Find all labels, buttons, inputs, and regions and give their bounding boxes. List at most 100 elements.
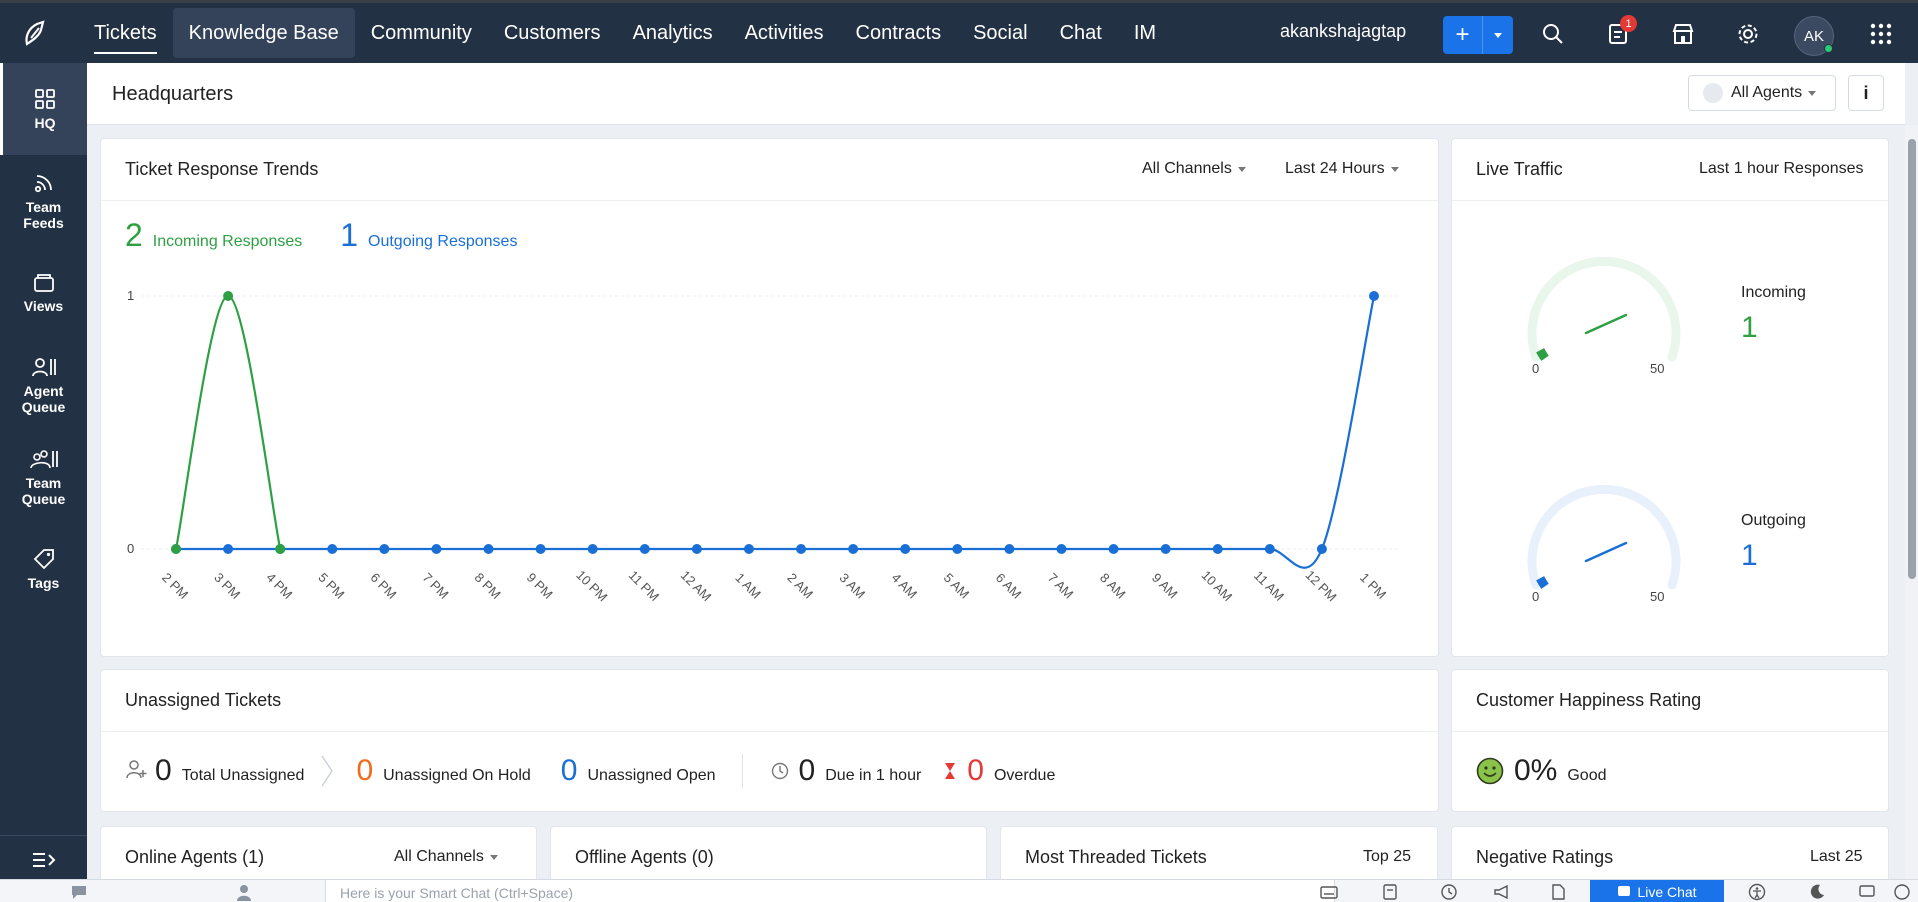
collapse-arrow-icon — [32, 852, 55, 867]
announcement-megaphone-icon[interactable] — [1493, 883, 1511, 901]
outgoing-traffic-value: 1 — [1741, 539, 1758, 572]
portal-username[interactable]: akankshajagtap — [1280, 21, 1406, 42]
sidebar-collapse-toggle[interactable] — [0, 835, 87, 883]
tab-contracts[interactable]: Contracts — [840, 8, 958, 58]
tab-analytics[interactable]: Analytics — [617, 8, 729, 58]
dark-mode-moon-icon[interactable] — [1808, 883, 1826, 901]
document-icon[interactable] — [1549, 883, 1567, 901]
page-header: Headquarters All Agents i — [87, 63, 1905, 125]
data-point[interactable] — [587, 544, 598, 554]
unassigned-on-hold-count[interactable]: 0 — [356, 754, 373, 788]
add-dropdown-chevron-icon[interactable] — [1483, 16, 1513, 54]
sidebar-item-hq[interactable]: HQ — [0, 63, 87, 155]
add-new-button[interactable]: + — [1443, 16, 1513, 54]
tab-customers[interactable]: Customers — [488, 8, 617, 58]
clock-icon — [771, 762, 788, 780]
notification-badge: 1 — [1620, 15, 1637, 32]
tab-activities[interactable]: Activities — [729, 8, 840, 58]
tag-icon — [33, 548, 54, 569]
chat-bubble-icon[interactable] — [70, 883, 88, 901]
data-point[interactable] — [796, 544, 807, 554]
data-point[interactable] — [639, 544, 650, 554]
scrollbar-thumb[interactable] — [1908, 139, 1916, 579]
x-tick-label: 7 AM — [1045, 570, 1077, 602]
unassigned-stats: 0 Total Unassigned 0 Unassigned On Hold … — [125, 754, 1085, 788]
due-in-1-hour-count[interactable]: 0 — [799, 754, 816, 788]
data-point[interactable] — [1369, 291, 1379, 301]
sidebar-item-label: Tags — [27, 574, 60, 591]
marketplace-store-icon[interactable] — [1668, 19, 1698, 49]
accessibility-icon[interactable] — [1748, 883, 1766, 901]
live-traffic-card: Live Traffic Last 1 hour Responses 0 50 … — [1451, 138, 1889, 657]
smiley-face-icon — [1476, 757, 1504, 785]
sidebar-item-tags[interactable]: Tags — [0, 523, 87, 615]
data-point[interactable] — [1108, 544, 1119, 554]
data-point[interactable] — [952, 544, 963, 554]
online-agents-channel-dropdown[interactable]: All Channels — [394, 848, 498, 866]
data-point[interactable] — [1316, 544, 1327, 554]
happiness-percent[interactable]: 0% — [1514, 754, 1557, 788]
sidebar-item-views[interactable]: Views — [0, 247, 87, 339]
outgoing-gauge: 0 50 — [1527, 484, 1681, 604]
data-point[interactable] — [848, 544, 859, 554]
user-avatar[interactable]: AK — [1794, 16, 1834, 56]
smart-chat-input[interactable]: Here is your Smart Chat (Ctrl+Space) — [325, 880, 1335, 902]
data-point[interactable] — [743, 544, 754, 554]
data-point[interactable] — [1212, 544, 1223, 554]
settings-gear-icon[interactable] — [1733, 19, 1763, 49]
notes-icon[interactable] — [1381, 883, 1399, 901]
data-point[interactable] — [483, 544, 494, 554]
live-chat-label: Live Chat — [1637, 883, 1697, 900]
page-scrollbar[interactable] — [1905, 125, 1918, 879]
sidebar-item-agent-queue[interactable]: Agent Queue — [0, 339, 87, 431]
data-point[interactable] — [1264, 544, 1275, 554]
sidebar-item-team-queue[interactable]: Team Queue — [0, 431, 87, 523]
tab-im[interactable]: IM — [1118, 8, 1172, 58]
tab-social[interactable]: Social — [957, 8, 1043, 58]
tab-community[interactable]: Community — [355, 8, 488, 58]
live-chat-button[interactable]: Live Chat — [1590, 880, 1724, 902]
data-point[interactable] — [223, 544, 234, 554]
agents-filter-dropdown[interactable]: All Agents — [1688, 75, 1836, 111]
divider — [741, 754, 743, 788]
unassigned-open-count[interactable]: 0 — [561, 754, 578, 788]
online-agents-card: Online Agents (1) All Channels — [100, 826, 537, 886]
total-unassigned-count[interactable]: 0 — [155, 754, 172, 788]
team-queue-icon — [29, 449, 58, 468]
notifications-icon[interactable]: 1 — [1603, 15, 1637, 49]
sidebar-item-label: HQ — [34, 114, 56, 131]
data-point[interactable] — [535, 544, 546, 554]
help-chat-icon[interactable] — [1893, 883, 1911, 901]
app-grid-icon[interactable] — [1866, 19, 1896, 49]
data-point[interactable] — [691, 544, 702, 554]
info-button[interactable]: i — [1848, 75, 1884, 111]
keyboard-icon[interactable] — [1320, 883, 1338, 901]
data-point[interactable] — [223, 291, 234, 301]
data-point[interactable] — [327, 544, 338, 554]
data-point[interactable] — [1056, 544, 1067, 554]
app-logo-icon[interactable] — [0, 3, 70, 63]
tab-knowledge-base[interactable]: Knowledge Base — [172, 8, 355, 58]
data-point[interactable] — [431, 544, 442, 554]
plus-icon[interactable]: + — [1443, 16, 1483, 54]
x-tick-label: 6 AM — [993, 570, 1025, 602]
tab-tickets[interactable]: Tickets — [78, 8, 173, 58]
card-title: Most Threaded Tickets — [1025, 847, 1207, 867]
search-icon[interactable] — [1538, 19, 1568, 49]
data-point[interactable] — [1160, 544, 1171, 554]
sidebar-item-team-feeds[interactable]: Team Feeds — [0, 155, 87, 247]
data-point[interactable] — [171, 544, 181, 554]
overdue-label: Overdue — [993, 767, 1056, 784]
traffic-gauges: 0 50 0 50 — [1527, 256, 1681, 604]
history-clock-icon[interactable] — [1440, 883, 1458, 901]
data-point[interactable] — [900, 544, 911, 554]
contacts-person-icon[interactable] — [235, 883, 253, 901]
tab-chat[interactable]: Chat — [1044, 8, 1118, 58]
messages-icon[interactable] — [1858, 883, 1876, 901]
data-point[interactable] — [1004, 544, 1015, 554]
most-threaded-tickets-card: Most Threaded Tickets Top 25 — [1000, 826, 1438, 886]
overdue-count[interactable]: 0 — [967, 754, 984, 788]
x-tick-label: 2 AM — [784, 570, 816, 602]
data-point[interactable] — [379, 544, 390, 554]
data-point[interactable] — [275, 544, 286, 554]
